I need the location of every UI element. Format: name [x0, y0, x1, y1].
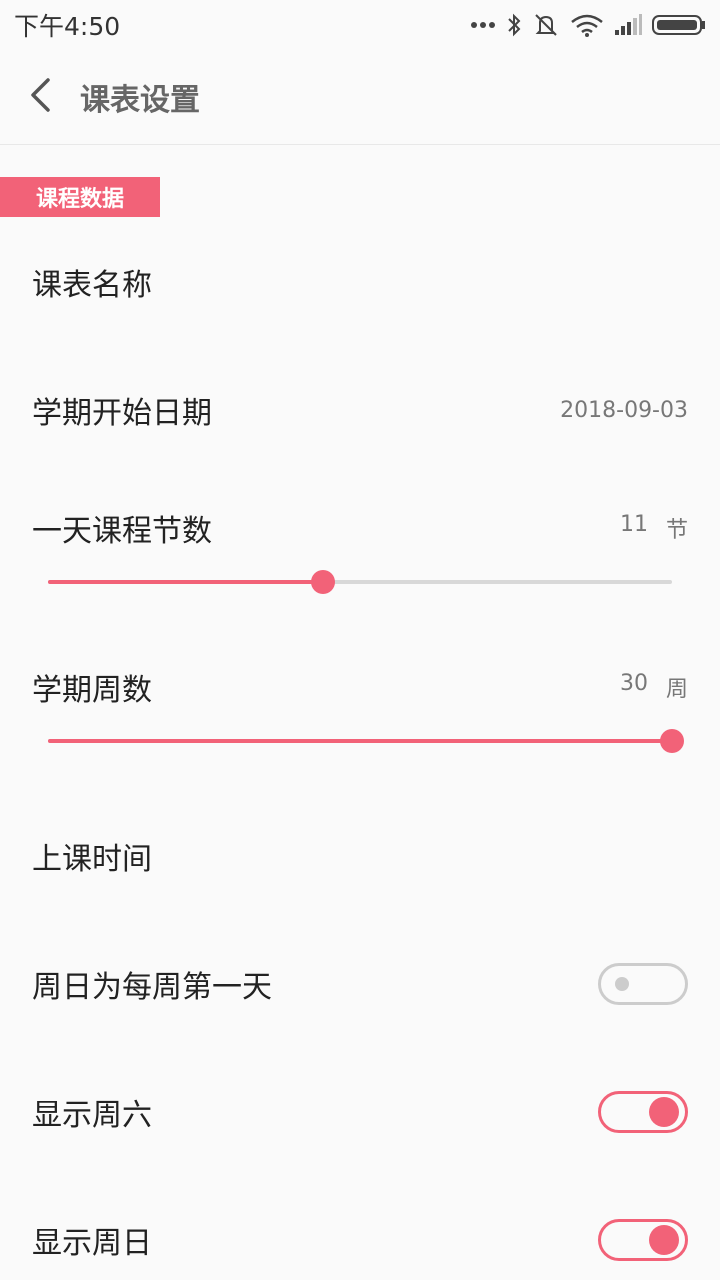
weeks-label: 学期周数 — [32, 673, 152, 708]
battery-icon — [652, 14, 706, 36]
toggle-knob — [649, 1225, 679, 1255]
app-bar: 课表设置 — [0, 50, 720, 145]
lessons-per-day-row: 一天课程节数 11 节 — [0, 496, 720, 560]
show-saturday-label: 显示周六 — [32, 1098, 152, 1133]
lessons-per-day-count: 11 — [619, 512, 648, 537]
show-saturday-toggle[interactable] — [598, 1091, 688, 1133]
weeks-row: 学期周数 30 周 — [0, 655, 720, 719]
show-sunday-row: 显示周日 — [0, 1208, 720, 1272]
lessons-per-day-slider[interactable] — [48, 567, 672, 597]
wifi-icon — [570, 13, 604, 37]
start-date-value: 2018-09-03 — [560, 397, 688, 423]
page-title: 课表设置 — [80, 83, 200, 118]
bluetooth-icon — [506, 13, 522, 37]
status-icons — [470, 13, 706, 37]
class-time-row[interactable]: 上课时间 — [0, 824, 720, 888]
weeks-value: 30 周 — [620, 671, 688, 703]
lessons-per-day-unit: 节 — [665, 518, 688, 543]
slider-thumb[interactable] — [310, 570, 335, 594]
show-saturday-row: 显示周六 — [0, 1080, 720, 1144]
section-tag: 课程数据 — [0, 177, 160, 217]
status-bar: 下午4:50 — [0, 0, 720, 50]
lessons-per-day-value: 11 节 — [620, 512, 688, 544]
weeks-count: 30 — [619, 671, 648, 696]
lessons-per-day-label: 一天课程节数 — [32, 514, 212, 549]
schedule-name-label: 课表名称 — [32, 268, 152, 303]
class-time-label: 上课时间 — [32, 842, 152, 877]
schedule-name-row[interactable]: 课表名称 — [0, 250, 720, 314]
show-sunday-label: 显示周日 — [32, 1226, 152, 1261]
mute-icon — [532, 13, 560, 37]
weeks-unit: 周 — [665, 677, 688, 702]
show-sunday-toggle[interactable] — [598, 1219, 688, 1261]
signal-icon — [614, 14, 642, 36]
sunday-first-toggle[interactable] — [598, 963, 688, 1005]
toggle-knob — [615, 977, 629, 991]
sunday-first-row: 周日为每周第一天 — [0, 952, 720, 1016]
chevron-left-icon — [28, 77, 52, 117]
weeks-slider[interactable] — [48, 726, 684, 756]
slider-thumb[interactable] — [660, 729, 684, 753]
start-date-row[interactable]: 学期开始日期 2018-09-03 — [0, 378, 720, 442]
sunday-first-label: 周日为每周第一天 — [32, 970, 272, 1005]
start-date-label: 学期开始日期 — [32, 396, 212, 431]
slider-fill — [48, 580, 323, 584]
toggle-knob — [649, 1097, 679, 1127]
more-dots-icon — [470, 20, 496, 30]
back-button[interactable] — [0, 50, 80, 144]
status-time: 下午4:50 — [14, 12, 121, 41]
slider-fill — [48, 739, 672, 743]
